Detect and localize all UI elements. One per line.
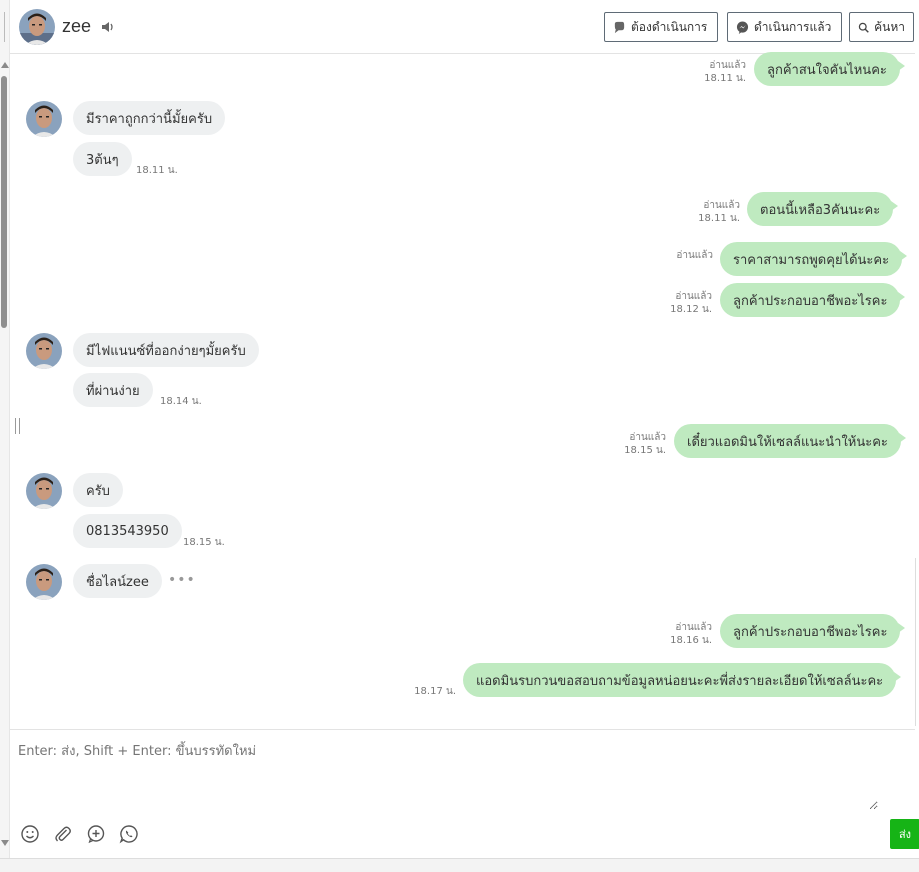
outgoing-message[interactable]: ราคาสามารถพูดคุยได้นะคะ xyxy=(720,242,908,276)
message-meta: อ่านแล้ว 18.15 น. xyxy=(616,431,666,457)
message-meta: อ่านแล้ว 18.11 น. xyxy=(700,59,746,85)
outgoing-message[interactable]: ลูกค้าประกอบอาชีพอะไรคะ xyxy=(720,614,906,648)
message-time: 18.15 น. xyxy=(183,537,225,548)
message-composer: ส่ง xyxy=(10,729,919,858)
incoming-message[interactable]: 3ต้นๆ xyxy=(73,142,132,176)
messenger-icon xyxy=(736,20,749,34)
message-time: 18.11 น. xyxy=(698,213,740,224)
contact-avatar[interactable] xyxy=(19,9,55,45)
read-status: อ่านแล้ว xyxy=(703,200,740,211)
scrollbar-track[interactable] xyxy=(915,558,919,726)
contact-name: zee xyxy=(62,16,92,36)
outgoing-message[interactable]: แอดมินรบกวนขอสอบถามข้อมูลหน่อยนะคะพี่ส่ง… xyxy=(463,663,902,697)
paperclip-icon[interactable] xyxy=(53,824,73,844)
scroll-up-icon[interactable] xyxy=(1,62,9,68)
message-meta: 18.17 น. xyxy=(406,685,456,698)
contact-avatar[interactable] xyxy=(26,101,62,137)
todo-button-label: ต้องดำเนินการ xyxy=(631,19,708,34)
incoming-message[interactable]: ที่ผ่านง่าย xyxy=(73,373,153,407)
message-time: 18.15 น. xyxy=(624,445,666,456)
contact-avatar[interactable] xyxy=(26,333,62,369)
message-time: 18.17 น. xyxy=(414,686,456,697)
read-status: อ่านแล้ว xyxy=(629,432,666,443)
read-status: อ่านแล้ว xyxy=(675,291,712,302)
phone-bubble-icon[interactable] xyxy=(119,824,139,844)
done-button-label: ดำเนินการแล้ว xyxy=(754,19,832,34)
left-scrollbar[interactable] xyxy=(0,0,10,858)
message-meta: อ่านแล้ว 18.16 น. xyxy=(662,621,712,647)
incoming-message[interactable]: ชื่อไลน์zee xyxy=(73,564,162,598)
incoming-message[interactable]: 0813543950 xyxy=(73,514,182,548)
message-time: 18.12 น. xyxy=(670,304,712,315)
message-meta: อ่านแล้ว 18.12 น. xyxy=(662,290,712,316)
message-list[interactable]: อ่านแล้ว 18.11 น. ลูกค้าสนใจคันไหนคะ มีร… xyxy=(10,52,915,729)
search-button-label: ค้นหา xyxy=(874,19,905,34)
outgoing-message[interactable]: เดี๋ยวแอดมินให้เซลล์แนะนำให้นะคะ xyxy=(674,424,906,458)
divider xyxy=(4,12,5,42)
message-meta: อ่านแล้ว xyxy=(665,249,713,262)
incoming-message[interactable]: มีไฟแนนซ์ที่ออกง่ายๆมั้ยครับ xyxy=(73,333,259,367)
done-button[interactable]: ดำเนินการแล้ว xyxy=(727,12,842,42)
send-button[interactable]: ส่ง xyxy=(890,819,919,849)
right-scrollbar[interactable] xyxy=(915,0,919,858)
outgoing-message[interactable]: ลูกค้าประกอบอาชีพอะไรคะ xyxy=(720,283,906,317)
outgoing-message[interactable]: ตอนนี้เหลือ3คันนะคะ xyxy=(747,192,899,226)
bottom-bar xyxy=(0,858,919,872)
message-time: 18.16 น. xyxy=(670,635,712,646)
read-status: อ่านแล้ว xyxy=(709,60,746,71)
chat-header: zee ต้องดำเนินการ ดำเนินการแล้ว ค้นหา xyxy=(10,0,915,54)
message-meta: อ่านแล้ว 18.11 น. xyxy=(690,199,740,225)
read-status: อ่านแล้ว xyxy=(675,622,712,633)
more-options-icon[interactable]: ••• xyxy=(168,572,196,588)
comment-icon xyxy=(614,21,625,33)
outgoing-message[interactable]: ลูกค้าสนใจคันไหนคะ xyxy=(754,52,905,86)
incoming-message[interactable]: ครับ xyxy=(73,473,123,507)
speaker-icon[interactable] xyxy=(100,19,116,35)
scroll-down-icon[interactable] xyxy=(1,840,9,846)
chat-app: zee ต้องดำเนินการ ดำเนินการแล้ว ค้นหา อ่… xyxy=(0,0,919,872)
incoming-message[interactable]: มีราคาถูกกว่านี้มั้ยครับ xyxy=(73,101,226,135)
smiley-icon[interactable] xyxy=(20,824,40,844)
search-icon xyxy=(858,22,869,33)
plus-circle-icon[interactable] xyxy=(86,824,106,844)
todo-button[interactable]: ต้องดำเนินการ xyxy=(604,12,718,42)
contact-avatar[interactable] xyxy=(26,564,62,600)
search-button[interactable]: ค้นหา xyxy=(849,12,914,42)
message-time: 18.11 น. xyxy=(704,73,746,84)
contact-avatar[interactable] xyxy=(26,473,62,509)
message-time: 18.11 น. xyxy=(136,165,178,176)
read-status: อ่านแล้ว xyxy=(676,250,713,261)
scrollbar-thumb[interactable] xyxy=(1,76,7,328)
message-input[interactable] xyxy=(18,740,878,810)
message-time: 18.14 น. xyxy=(160,396,202,407)
